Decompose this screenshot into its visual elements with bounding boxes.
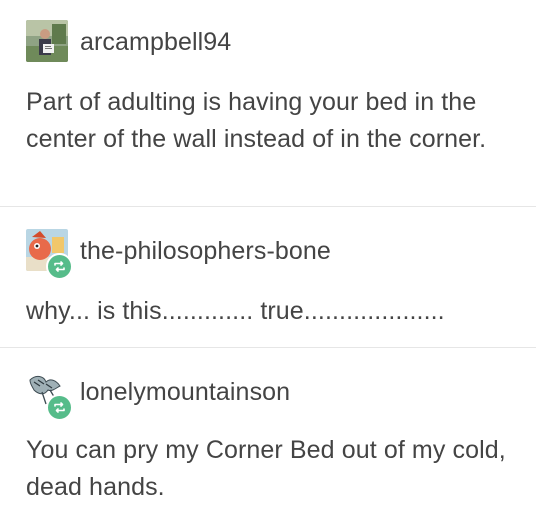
post-body-text: You can pry my Corner Bed out of my cold… <box>26 436 506 501</box>
person-photo-avatar[interactable] <box>26 20 68 62</box>
post-2: the-philosophers-bone why... is this....… <box>0 207 536 347</box>
post-3: lonelymountainson You can pry my Corner … <box>0 348 536 512</box>
post-username[interactable]: arcampbell94 <box>80 28 231 57</box>
post-body-text: Part of adulting is having your bed in t… <box>26 88 487 153</box>
post-1: arcampbell94 Part of adulting is having … <box>0 0 536 206</box>
reblog-icon <box>46 394 73 421</box>
post-body-text: why... is this............. true........… <box>26 297 445 325</box>
post-username[interactable]: lonelymountainson <box>80 378 290 407</box>
post-username[interactable]: the-philosophers-bone <box>80 237 331 266</box>
reblog-icon <box>46 253 73 280</box>
